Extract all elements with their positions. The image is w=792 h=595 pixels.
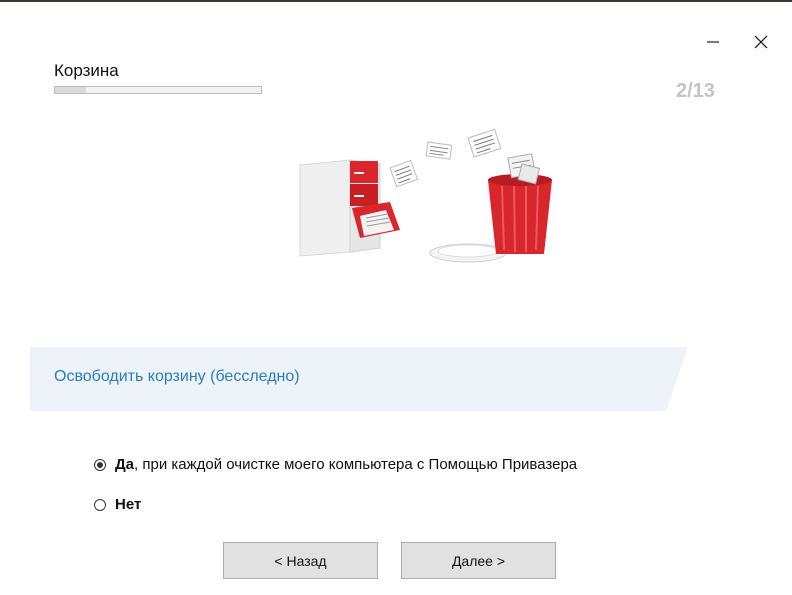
step-counter: 2/13 xyxy=(676,80,715,102)
page-title: Корзина xyxy=(54,61,119,80)
option-yes-text: , при каждой очистке моего компьютера с … xyxy=(134,456,578,473)
window-top-border xyxy=(0,0,792,2)
radio-selected-dot xyxy=(97,461,103,468)
option-yes[interactable]: Да, при каждой очистке моего компьютера … xyxy=(94,456,577,473)
option-yes-strong: Да xyxy=(115,456,135,473)
banner-title: Освободить корзину (бесследно) xyxy=(54,368,300,385)
minimize-icon xyxy=(707,41,719,43)
radio-yes[interactable] xyxy=(94,458,106,471)
recycle-bin-illustration xyxy=(290,120,570,275)
close-icon xyxy=(754,35,768,49)
wizard-progress-bar xyxy=(54,86,262,94)
close-button[interactable] xyxy=(745,28,777,56)
section-banner: Освободить корзину (бесследно) xyxy=(30,347,690,411)
option-no[interactable]: Нет xyxy=(94,496,141,513)
next-button[interactable]: Далее > xyxy=(401,542,556,579)
back-button[interactable]: < Назад xyxy=(223,542,378,579)
radio-no[interactable] xyxy=(94,498,106,511)
option-no-strong: Нет xyxy=(115,496,142,513)
wizard-progress-fill xyxy=(55,87,86,93)
minimize-button[interactable] xyxy=(697,28,729,56)
